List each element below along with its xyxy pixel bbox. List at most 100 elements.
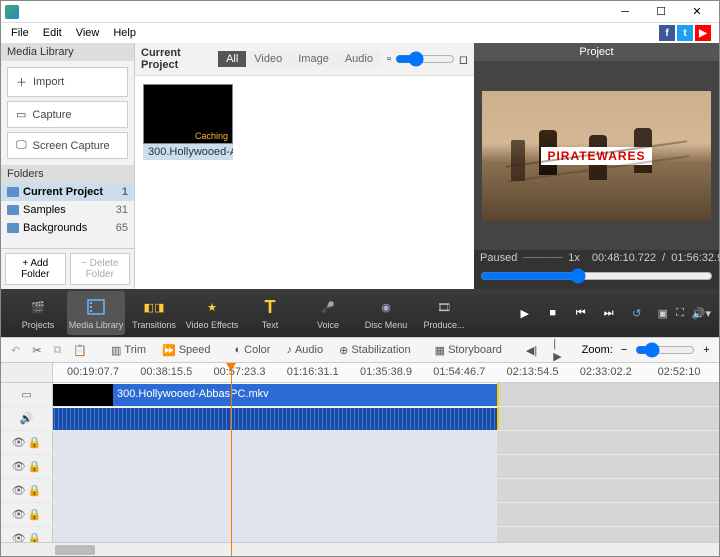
folder-icon [7, 223, 19, 233]
menu-edit[interactable]: Edit [37, 25, 68, 41]
filter-video[interactable]: Video [246, 51, 290, 67]
window-titlebar: ─ ☐ ✕ [1, 1, 719, 23]
folder-backgrounds[interactable]: Backgrounds 65 [1, 219, 134, 237]
volume-icon[interactable]: 🔊▾ [692, 307, 711, 320]
minimize-button[interactable]: ─ [607, 2, 643, 22]
mode-label: Video Effects [186, 320, 239, 330]
audio-track[interactable]: 🔊 [1, 407, 719, 431]
overlay-track-2[interactable]: 👁🔒 [1, 455, 719, 479]
text-track[interactable]: 👁🔒 [1, 479, 719, 503]
filter-image[interactable]: Image [290, 51, 337, 67]
timeline-ruler[interactable]: 00:19:07.7 00:38:15.5 00:57:23.3 01:16:3… [53, 363, 719, 382]
zoom-out-icon[interactable]: − [621, 344, 627, 356]
add-folder-button[interactable]: + Add Folder [5, 253, 66, 285]
eye-icon[interactable]: 👁 [12, 508, 26, 521]
mode-video-effects[interactable]: ★ Video Effects [183, 291, 241, 335]
folder-name: Samples [23, 204, 66, 216]
project-title: Current Project [141, 47, 212, 71]
menu-view[interactable]: View [70, 25, 106, 41]
cut-button[interactable]: ✂ [28, 342, 45, 359]
mode-media-library[interactable]: Media Library [67, 291, 125, 335]
lock-icon[interactable]: 🔒 [28, 436, 42, 449]
thumb-large-icon[interactable]: ◻ [459, 53, 468, 66]
mode-transitions[interactable]: ◧◨ Transitions [125, 291, 183, 335]
twitter-icon[interactable]: t [677, 25, 693, 41]
import-button[interactable]: ＋ Import [7, 67, 128, 97]
eye-icon[interactable]: 👁 [12, 532, 26, 542]
mode-voice[interactable]: 🎤 Voice [299, 291, 357, 335]
voice-track[interactable]: 👁🔒 [1, 527, 719, 542]
clip-thumbnail[interactable]: Caching 300.Hollywooed-Abb... [143, 84, 233, 160]
preview-header: Project [474, 43, 719, 61]
stop-button[interactable]: ■ [544, 307, 562, 319]
camera-icon: ▭ [16, 108, 26, 121]
next-frame-button[interactable]: ⏭ [600, 307, 618, 320]
eye-icon[interactable]: 👁 [12, 484, 26, 497]
preview-scrubber[interactable] [480, 268, 713, 284]
trim-button[interactable]: ▥Trim [107, 342, 150, 359]
project-bin: Current Project All Video Image Audio ▫ … [135, 43, 474, 289]
lock-icon[interactable]: 🔒 [28, 532, 42, 542]
storyboard-button[interactable]: ▦Storyboard [431, 342, 506, 359]
maximize-button[interactable]: ☐ [643, 2, 679, 22]
folder-samples[interactable]: Samples 31 [1, 201, 134, 219]
edit-toolbar: ↶ ✂ ⧉ 📋 ▥Trim ⏩Speed ◐Color ♪Audio ⊕Stab… [1, 337, 719, 363]
eye-icon[interactable]: 👁 [12, 436, 26, 449]
play-button[interactable]: ▶ [516, 307, 534, 320]
playback-speed: 1x [568, 252, 580, 264]
playhead[interactable] [231, 363, 232, 556]
thumb-size-slider[interactable] [395, 51, 455, 67]
lock-icon[interactable]: 🔒 [28, 460, 42, 473]
loop-button[interactable]: ↺ [628, 307, 646, 320]
color-button[interactable]: ◐Color [231, 342, 275, 358]
thumb-small-icon[interactable]: ▫ [387, 53, 391, 65]
mode-text[interactable]: T Text [241, 291, 299, 335]
video-track[interactable]: ▭ 300.Hollywooed-AbbasPC.mkv [1, 383, 719, 407]
prev-frame-button[interactable]: ⏮ [572, 307, 590, 320]
capture-button[interactable]: ▭ Capture [7, 101, 128, 128]
split-left-icon[interactable]: ◀| [522, 342, 541, 359]
lock-icon[interactable]: 🔒 [28, 484, 42, 497]
speed-button[interactable]: ⏩Speed [158, 342, 215, 359]
paste-button[interactable]: 📋 [69, 342, 91, 359]
copy-button[interactable]: ⧉ [49, 342, 65, 359]
watermark: PIRATEWARES [541, 147, 651, 165]
video-track-icon: ▭ [21, 388, 31, 401]
video-clip[interactable]: 300.Hollywooed-AbbasPC.mkv [53, 384, 497, 406]
filter-audio[interactable]: Audio [337, 51, 381, 67]
overlay-track-1[interactable]: 👁🔒 [1, 431, 719, 455]
menu-help[interactable]: Help [107, 25, 142, 41]
zoom-in-icon[interactable]: + [703, 344, 709, 356]
preview-frame[interactable]: PIRATEWARES [482, 91, 711, 221]
close-button[interactable]: ✕ [679, 2, 715, 22]
audio-button[interactable]: ♪Audio [282, 342, 327, 358]
filter-tabs: All Video Image Audio [218, 51, 381, 67]
undo-button[interactable]: ↶ [7, 342, 24, 359]
mode-disc-menu[interactable]: ◉ Disc Menu [357, 291, 415, 335]
mode-produce[interactable]: 🎞 Produce... [415, 291, 473, 335]
scrollbar-thumb[interactable] [55, 545, 95, 555]
zoom-slider[interactable] [635, 342, 695, 358]
mode-label: Produce... [423, 320, 464, 330]
filter-all[interactable]: All [218, 51, 246, 67]
lock-icon[interactable]: 🔒 [28, 508, 42, 521]
audio-clip[interactable] [53, 408, 497, 430]
ruler-mark: 02:13:54.5 [507, 366, 559, 378]
split-right-icon[interactable]: |▶ [549, 336, 565, 365]
eye-icon[interactable]: 👁 [12, 460, 26, 473]
facebook-icon[interactable]: f [659, 25, 675, 41]
folder-current-project[interactable]: Current Project 1 [1, 183, 134, 201]
screen-capture-button[interactable]: 🖵 Screen Capture [7, 132, 128, 159]
mode-projects[interactable]: 🎬 Projects [9, 291, 67, 335]
mode-label: Voice [317, 320, 339, 330]
youtube-icon[interactable]: ▶ [695, 25, 711, 41]
music-track[interactable]: 👁🔒 [1, 503, 719, 527]
fullscreen-icon[interactable]: ⛶ [676, 307, 684, 320]
delete-folder-button[interactable]: − Delete Folder [70, 253, 131, 285]
menu-file[interactable]: File [5, 25, 35, 41]
zoom-label: Zoom: [582, 344, 613, 356]
stabilization-button[interactable]: ⊕Stabilization [335, 342, 415, 359]
preview-panel: Project PIRATEWARES Paused ───── 1x 00:4… [474, 43, 719, 289]
snapshot-icon[interactable]: ▣ [658, 307, 668, 320]
timeline-scrollbar[interactable] [1, 542, 719, 556]
